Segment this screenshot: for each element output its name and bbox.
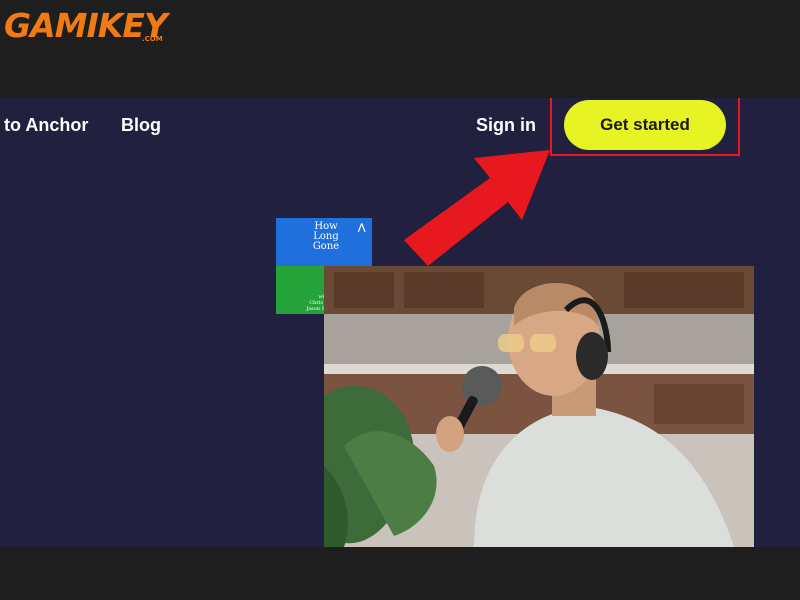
cover-title: How Long Gone	[312, 221, 340, 252]
watermark-bar: GAMIKEY .COM	[0, 0, 800, 98]
nav-blog-link[interactable]: Blog	[121, 115, 161, 136]
anchor-logo-icon: ⋀	[358, 222, 366, 232]
pointer-arrow-icon	[404, 150, 550, 266]
host-photo-illustration	[324, 266, 754, 547]
sign-in-link[interactable]: Sign in	[476, 115, 536, 136]
nav-welcome-link[interactable]: to Anchor	[4, 115, 88, 136]
podcast-host-photo	[324, 266, 754, 547]
get-started-button[interactable]: Get started	[564, 100, 726, 150]
watermark-suffix: .COM	[142, 35, 163, 43]
anchor-site: to Anchor Blog Sign in Get started How L…	[0, 98, 800, 547]
